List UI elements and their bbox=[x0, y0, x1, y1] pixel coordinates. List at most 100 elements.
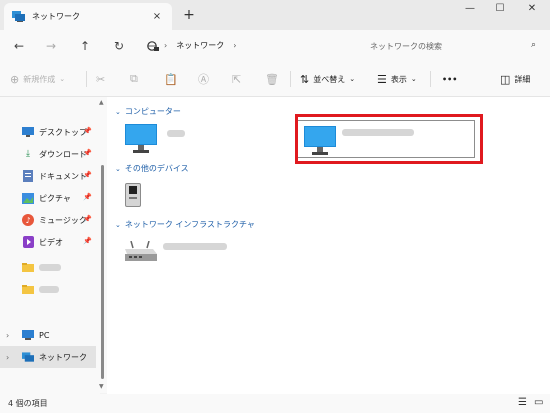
new-button[interactable]: ⊕ 新規作成 ⌄ bbox=[10, 70, 65, 88]
sidebar-item-videos[interactable]: ビデオ 📌 bbox=[0, 231, 96, 253]
plus-circle-icon: ⊕ bbox=[10, 72, 20, 86]
forward-button[interactable]: → bbox=[42, 37, 60, 55]
download-icon: ⤓ bbox=[26, 149, 30, 159]
chevron-right-icon[interactable]: › bbox=[6, 331, 9, 340]
pin-icon: 📌 bbox=[83, 149, 92, 157]
toolbar-divider bbox=[290, 71, 291, 87]
rename-icon: Ⓐ bbox=[198, 73, 209, 86]
sidebar-item-folder[interactable] bbox=[0, 256, 96, 278]
paste-button[interactable]: 📋 bbox=[164, 70, 182, 88]
sort-icon: ⇅ bbox=[300, 72, 310, 86]
group-header-computers[interactable]: ⌄ コンピューター bbox=[115, 106, 181, 117]
sidebar-item-label: PC bbox=[39, 330, 50, 340]
group-header-other-devices[interactable]: ⌄ その他のデバイス bbox=[115, 163, 189, 174]
network-icon bbox=[12, 11, 25, 22]
command-bar: ⊕ 新規作成 ⌄ ✂ ⧉ 📋 Ⓐ ⇱ 🗑 ⇅ 並べ替え ⌄ ☰ 表示 ⌄ •••… bbox=[0, 61, 550, 97]
chevron-down-icon: ⌄ bbox=[349, 75, 356, 83]
sidebar-item-pictures[interactable]: ピクチャ 📌 bbox=[0, 187, 96, 209]
pin-icon: 📌 bbox=[83, 215, 92, 223]
breadcrumb-separator: › bbox=[164, 41, 168, 50]
computer-item[interactable] bbox=[125, 124, 185, 153]
redacted-label bbox=[163, 242, 227, 250]
back-button[interactable]: ← bbox=[10, 37, 28, 55]
title-bar: ネットワーク × + — ☐ ✕ bbox=[0, 0, 550, 30]
redacted-label bbox=[167, 130, 185, 137]
network-location-icon bbox=[147, 41, 159, 51]
redacted-label bbox=[39, 285, 59, 293]
new-label: 新規作成 bbox=[23, 74, 56, 84]
view-button[interactable]: ☰ 表示 ⌄ bbox=[377, 70, 417, 88]
network-icon bbox=[22, 351, 34, 363]
scroll-thumb[interactable] bbox=[101, 165, 104, 379]
sidebar-scrollbar[interactable]: ▲ ▼ bbox=[98, 97, 107, 393]
copy-icon: ⧉ bbox=[130, 72, 138, 85]
monitor-icon bbox=[125, 124, 157, 153]
details-view-icon[interactable]: ☰ bbox=[518, 397, 527, 408]
chevron-right-icon[interactable]: › bbox=[6, 353, 9, 362]
sidebar-item-music[interactable]: ♪ ミュージック 📌 bbox=[0, 209, 96, 231]
up-button[interactable]: ↑ bbox=[76, 37, 94, 55]
view-label: 表示 bbox=[390, 74, 407, 84]
trash-icon: 🗑 bbox=[265, 72, 279, 86]
details-pane-icon: ◫ bbox=[500, 72, 511, 86]
document-icon bbox=[22, 170, 34, 182]
refresh-button[interactable]: ↻ bbox=[110, 37, 128, 55]
breadcrumb: › ネットワーク › bbox=[164, 40, 245, 51]
sidebar-item-downloads[interactable]: ⤓ ダウンロード 📌 bbox=[0, 143, 96, 165]
music-icon: ♪ bbox=[22, 214, 34, 226]
picture-icon bbox=[22, 192, 34, 204]
more-options-button[interactable]: ••• bbox=[442, 70, 457, 88]
search-icon: ⌕ bbox=[530, 40, 536, 50]
share-icon: ⇱ bbox=[232, 72, 242, 86]
folder-icon bbox=[22, 283, 34, 295]
item-count: 4 個の項目 bbox=[8, 399, 48, 408]
breadcrumb-separator[interactable]: › bbox=[233, 41, 236, 50]
maximize-button[interactable]: ☐ bbox=[482, 0, 518, 20]
cut-button[interactable]: ✂ bbox=[96, 70, 109, 88]
close-window-button[interactable]: ✕ bbox=[514, 0, 550, 20]
sidebar-item-folder[interactable] bbox=[0, 278, 96, 300]
scroll-up-icon[interactable]: ▲ bbox=[99, 99, 104, 106]
sidebar-item-label: ダウンロード bbox=[39, 149, 87, 159]
sidebar-item-label: ビデオ bbox=[39, 237, 63, 247]
chevron-down-icon: ⌄ bbox=[115, 220, 121, 229]
group-title: ネットワーク インフラストラクチャ bbox=[124, 220, 255, 229]
sidebar-item-network[interactable]: › ネットワーク bbox=[0, 346, 96, 368]
tab-close-icon[interactable]: × bbox=[148, 11, 166, 22]
pin-icon: 📌 bbox=[83, 171, 92, 179]
rename-button[interactable]: Ⓐ bbox=[198, 70, 213, 88]
tiles-view-icon[interactable]: ▭ bbox=[534, 397, 543, 408]
sort-button[interactable]: ⇅ 並べ替え ⌄ bbox=[300, 70, 355, 88]
search-input[interactable]: ネットワークの検索 ⌕ bbox=[324, 35, 544, 57]
desktop-icon bbox=[22, 126, 34, 138]
sidebar-item-label: デスクトップ bbox=[39, 127, 87, 137]
sidebar-item-label: ミュージック bbox=[39, 215, 87, 225]
chevron-down-icon: ⌄ bbox=[410, 75, 417, 83]
folder-icon bbox=[22, 261, 34, 273]
group-header-infrastructure[interactable]: ⌄ ネットワーク インフラストラクチャ bbox=[115, 219, 255, 230]
router-icon bbox=[125, 241, 157, 261]
sidebar-item-documents[interactable]: ドキュメント 📌 bbox=[0, 165, 96, 187]
search-placeholder: ネットワークの検索 bbox=[370, 41, 442, 51]
chevron-down-icon: ⌄ bbox=[115, 107, 121, 116]
delete-button[interactable]: 🗑 bbox=[265, 70, 283, 88]
tab-network[interactable]: ネットワーク × bbox=[4, 3, 172, 30]
chevron-down-icon: ⌄ bbox=[115, 164, 121, 173]
pc-icon bbox=[22, 329, 34, 341]
other-device-item[interactable] bbox=[125, 181, 141, 209]
sidebar-item-desktop[interactable]: デスクトップ 📌 bbox=[0, 121, 96, 143]
toolbar-divider bbox=[430, 71, 431, 87]
sidebar-item-pc[interactable]: › PC bbox=[0, 324, 96, 346]
share-button[interactable]: ⇱ bbox=[232, 70, 245, 88]
redacted-label bbox=[39, 263, 61, 271]
details-pane-button[interactable]: ◫ 詳細 bbox=[500, 70, 530, 88]
copy-button[interactable]: ⧉ bbox=[130, 70, 142, 88]
address-row: ← → ↑ ↻ › ネットワーク › ネットワークの検索 ⌕ bbox=[0, 30, 550, 61]
router-item[interactable] bbox=[123, 241, 227, 263]
new-tab-button[interactable]: + bbox=[180, 6, 198, 24]
group-title: コンピューター bbox=[124, 107, 181, 116]
scroll-down-icon[interactable]: ▼ bbox=[99, 383, 104, 390]
breadcrumb-network[interactable]: ネットワーク bbox=[176, 40, 224, 51]
details-label: 詳細 bbox=[514, 74, 531, 84]
sidebar-item-label: ピクチャ bbox=[39, 193, 71, 203]
